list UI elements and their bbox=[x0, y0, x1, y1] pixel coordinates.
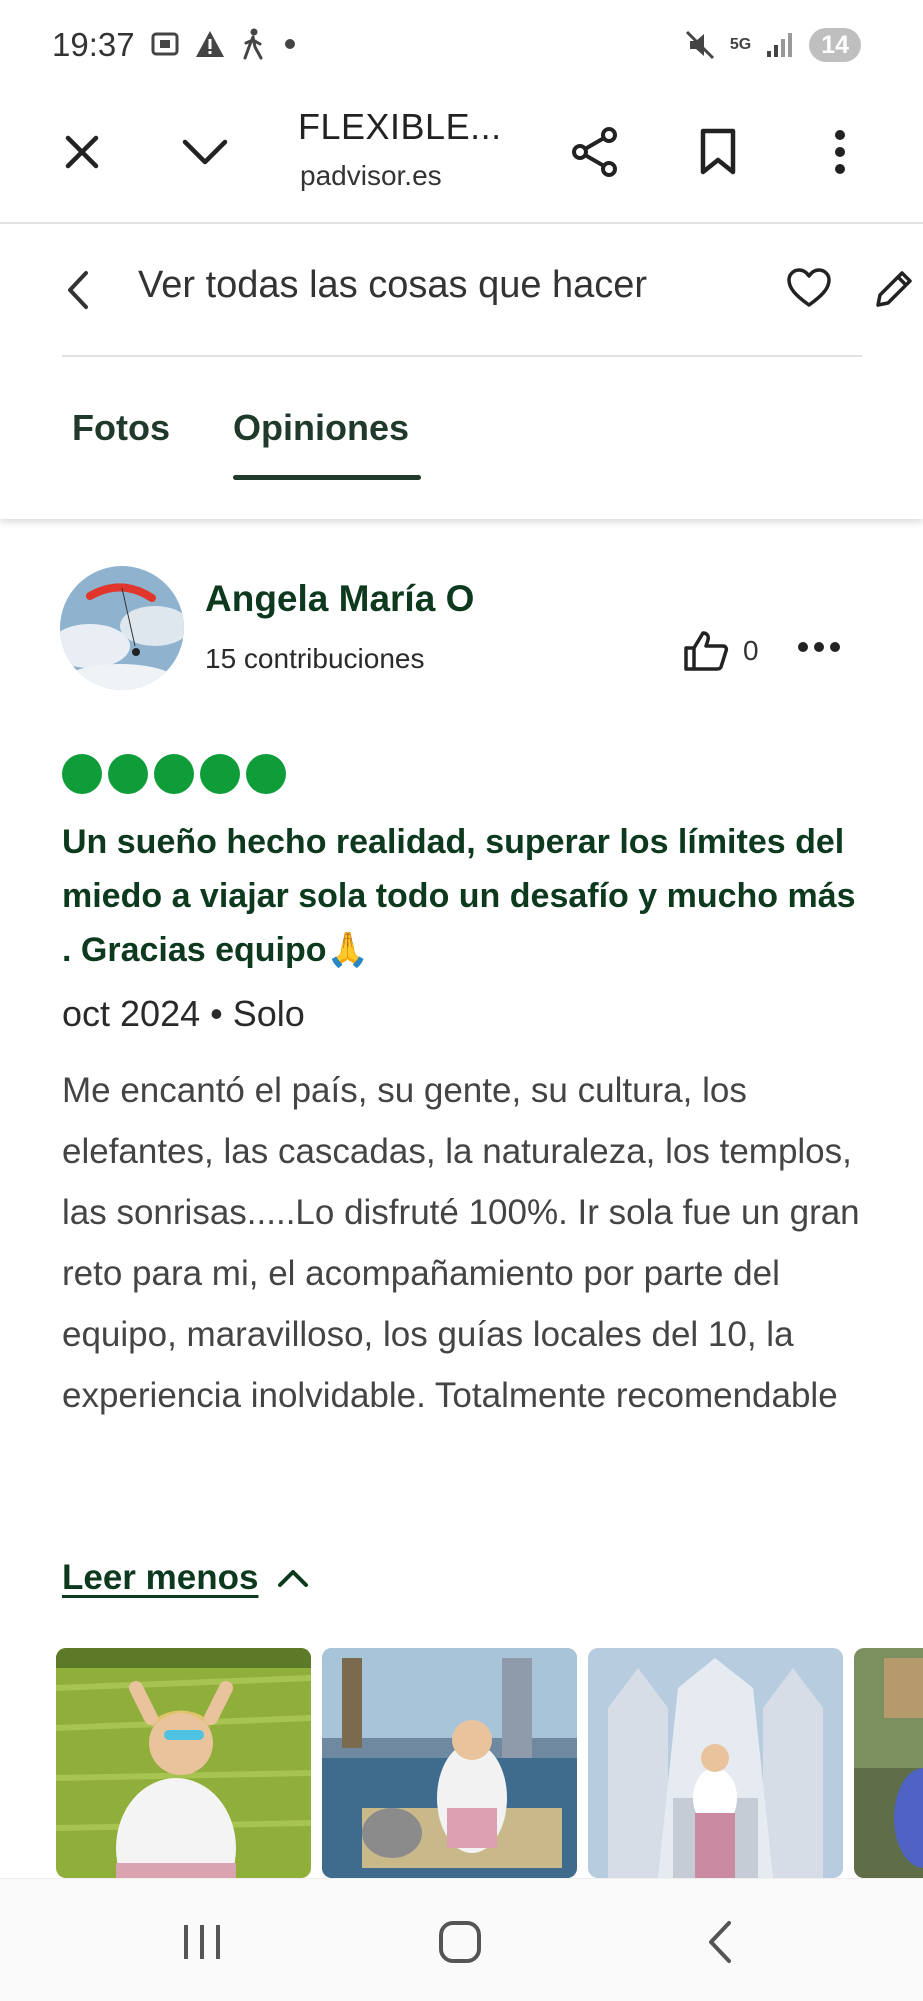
review-photo[interactable] bbox=[854, 1648, 923, 1878]
back-arrow-icon bbox=[709, 1921, 731, 1963]
bookmark-button[interactable] bbox=[688, 122, 748, 182]
recent-apps-icon bbox=[184, 1925, 220, 1959]
chevron-left-icon bbox=[68, 271, 88, 309]
avatar[interactable] bbox=[60, 566, 184, 690]
review-body: Me encantó el país, su gente, su cultura… bbox=[62, 1071, 860, 1415]
dot-icon bbox=[285, 39, 295, 49]
mute-icon bbox=[685, 30, 714, 60]
close-icon bbox=[65, 135, 99, 169]
close-button[interactable] bbox=[52, 122, 112, 182]
rating-bubble bbox=[154, 754, 194, 794]
thumbs-up-icon bbox=[684, 631, 729, 671]
collapse-button[interactable] bbox=[175, 122, 235, 182]
review-photo[interactable] bbox=[56, 1648, 311, 1878]
recent-apps-button[interactable] bbox=[172, 1917, 232, 1967]
review-photos bbox=[56, 1648, 923, 1878]
review-options-button[interactable] bbox=[797, 640, 841, 659]
rating-bubble bbox=[108, 754, 148, 794]
home-button[interactable] bbox=[430, 1917, 490, 1967]
save-favorite-button[interactable] bbox=[785, 267, 833, 314]
status-time: 19:37 bbox=[52, 26, 135, 63]
pencil-icon bbox=[876, 271, 912, 307]
back-link-label[interactable]: Ver todas las cosas que hacer bbox=[138, 264, 647, 307]
back-navigation: Ver todas las cosas que hacer bbox=[0, 222, 923, 352]
likes-count: 0 bbox=[743, 635, 759, 666]
rating-bubble bbox=[200, 754, 240, 794]
share-icon bbox=[572, 127, 617, 177]
network-label: 5G bbox=[729, 36, 752, 53]
share-button[interactable] bbox=[565, 122, 625, 182]
more-horizontal-icon bbox=[798, 642, 840, 652]
read-less-label: Leer menos bbox=[62, 1558, 259, 1597]
review-author[interactable]: Angela María O bbox=[205, 578, 474, 620]
signal-icon bbox=[767, 33, 793, 57]
back-button[interactable] bbox=[62, 267, 92, 318]
system-back-button[interactable] bbox=[690, 1917, 750, 1967]
review-photo[interactable] bbox=[322, 1648, 577, 1878]
warning-icon bbox=[196, 31, 224, 57]
active-tab-indicator bbox=[233, 475, 421, 480]
status-left-icons bbox=[150, 28, 300, 60]
status-right-icons: 5G 14 bbox=[684, 28, 861, 62]
walking-icon bbox=[243, 28, 263, 60]
screenshot-icon bbox=[151, 32, 179, 56]
system-navigation-bar bbox=[0, 1878, 923, 2001]
page-title: FLEXIBLE... bbox=[298, 106, 502, 147]
avatar-image bbox=[60, 566, 184, 690]
rating-bubble bbox=[246, 754, 286, 794]
status-bar: 19:37 5G 14 bbox=[0, 0, 923, 92]
home-icon bbox=[439, 1921, 481, 1963]
browser-toolbar: FLEXIBLE... padvisor.es bbox=[0, 92, 923, 224]
review-title: Un sueño hecho realidad, superar los lím… bbox=[62, 823, 856, 969]
menu-button[interactable] bbox=[810, 122, 870, 182]
page-url[interactable]: padvisor.es bbox=[300, 160, 442, 192]
tab-opiniones[interactable]: Opiniones bbox=[233, 407, 409, 449]
author-contributions: 15 contribuciones bbox=[205, 643, 425, 674]
read-less-button[interactable]: Leer menos bbox=[62, 1558, 310, 1598]
write-review-button[interactable] bbox=[870, 267, 916, 318]
more-vertical-icon bbox=[835, 130, 845, 174]
tab-fotos[interactable]: Fotos bbox=[72, 407, 170, 449]
battery-indicator: 14 bbox=[809, 28, 861, 62]
chevron-down-icon bbox=[182, 139, 228, 165]
review-photo[interactable] bbox=[588, 1648, 843, 1878]
helpful-vote[interactable]: 0 bbox=[683, 630, 759, 672]
bookmark-icon bbox=[700, 128, 736, 175]
rating-bubbles bbox=[62, 754, 286, 794]
rating-bubble bbox=[62, 754, 102, 794]
chevron-up-icon bbox=[278, 1570, 309, 1587]
tabs-bar: Fotos Opiniones bbox=[0, 357, 923, 519]
review-date-trip-type: oct 2024 • Solo bbox=[62, 993, 305, 1034]
heart-icon bbox=[787, 268, 831, 307]
